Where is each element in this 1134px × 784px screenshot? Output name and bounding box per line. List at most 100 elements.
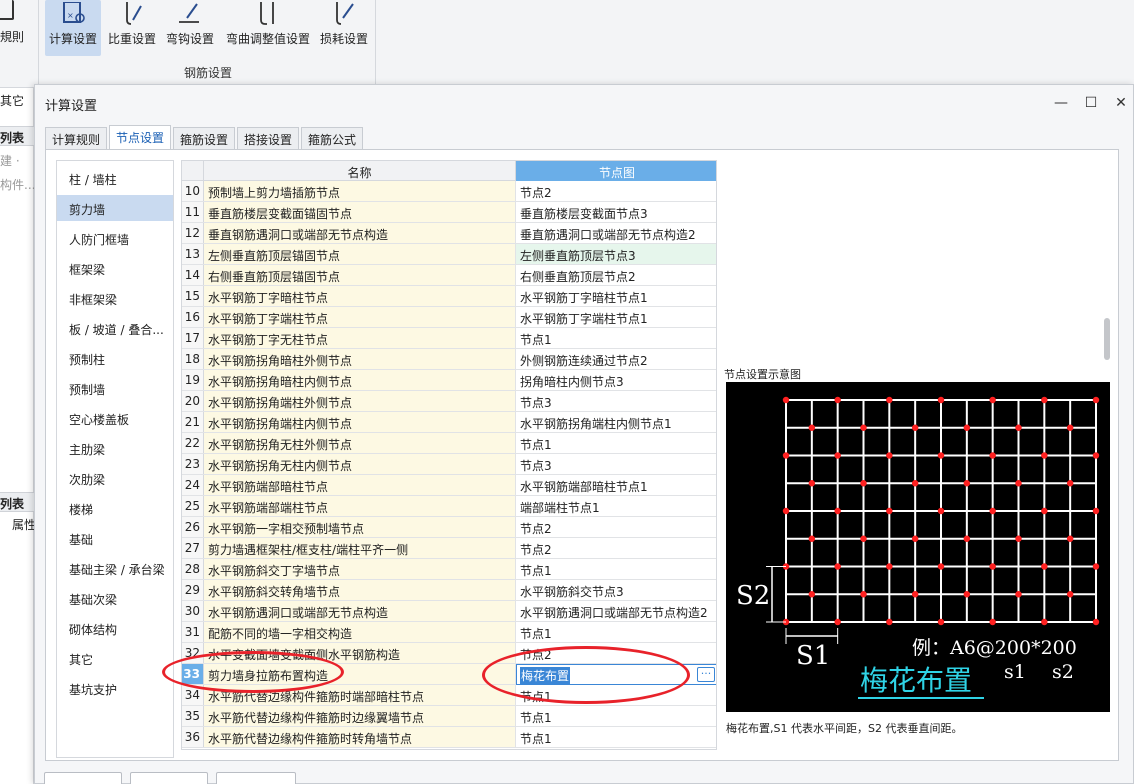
- category-item[interactable]: 基础次梁: [57, 585, 173, 611]
- category-item[interactable]: 其它: [57, 645, 173, 671]
- tie-bar-dot: [1092, 618, 1100, 626]
- table-row[interactable]: 10 预制墙上剪力墙插筋节点 节点2: [182, 181, 716, 202]
- row-name: 水平钢筋拐角暗柱内侧节点: [204, 370, 516, 390]
- row-node[interactable]: 节点1: [516, 622, 716, 642]
- table-row[interactable]: 15 水平钢筋丁字暗柱节点 水平钢筋丁字暗柱节点1: [182, 286, 716, 307]
- tie-bar-dot: [1066, 424, 1074, 431]
- category-item[interactable]: 人防门框墙: [57, 225, 173, 251]
- bottom-button-3[interactable]: [216, 772, 296, 784]
- table-row[interactable]: 17 水平钢筋丁字无柱节点 节点1: [182, 328, 716, 349]
- bend-adjust-button[interactable]: 弯曲调整值设置: [221, 0, 315, 56]
- table-row[interactable]: 18 水平钢筋拐角暗柱外侧节点 外侧钢筋连续通过节点2: [182, 349, 716, 370]
- row-node[interactable]: 右侧垂直筋顶层节点2: [516, 265, 716, 285]
- row-name: 剪力墙遇框架柱/框支柱/端柱平齐一侧: [204, 538, 516, 558]
- table-row[interactable]: 29 水平钢筋斜交转角墙节点 水平钢筋斜交节点3: [182, 580, 716, 601]
- table-row[interactable]: 16 水平钢筋丁字端柱节点 水平钢筋丁字端柱节点1: [182, 307, 716, 328]
- loss-settings-label: 损耗设置: [319, 32, 368, 46]
- table-row[interactable]: 22 水平钢筋拐角无柱外侧节点 节点1: [182, 433, 716, 454]
- grid-header: 名称 节点图: [182, 161, 716, 181]
- table-row[interactable]: 13 左侧垂直筋顶层锚固节点 左侧垂直筋顶层节点3: [182, 244, 716, 265]
- tab-node-settings[interactable]: 节点设置: [109, 125, 172, 149]
- tab-calc-rules[interactable]: 计算规则: [45, 127, 108, 149]
- row-node[interactable]: 节点1: [516, 706, 716, 726]
- table-row[interactable]: 21 水平钢筋拐角端柱内侧节点 水平钢筋拐角端柱内侧节点1: [182, 412, 716, 433]
- category-item[interactable]: 主肋梁: [57, 435, 173, 461]
- maximize-button[interactable]: ☐: [1081, 93, 1101, 113]
- bottom-button-1[interactable]: [44, 772, 122, 784]
- tab-stirrup-settings[interactable]: 箍筋设置: [173, 127, 236, 149]
- row-node[interactable]: 拐角暗柱内侧节点3: [516, 370, 716, 390]
- row-node[interactable]: 水平钢筋拐角端柱内侧节点1: [516, 412, 716, 432]
- row-node[interactable]: 节点2: [516, 538, 716, 558]
- row-node[interactable]: 节点2: [516, 181, 716, 201]
- category-item[interactable]: 剪力墙: [57, 195, 173, 221]
- category-item[interactable]: 预制墙: [57, 375, 173, 401]
- category-item[interactable]: 基础主梁 / 承台梁: [57, 555, 173, 581]
- row-node[interactable]: 节点2: [516, 517, 716, 537]
- table-row[interactable]: 11 垂直筋楼层变截面锚固节点 垂直筋楼层变截面节点3: [182, 202, 716, 223]
- row-node[interactable]: 节点1: [516, 328, 716, 348]
- row-node[interactable]: 节点3: [516, 454, 716, 474]
- table-row[interactable]: 31 配筋不同的墙一字相交构造 节点1: [182, 622, 716, 643]
- row-node[interactable]: 水平钢筋遇洞口或端部无节点构造2: [516, 601, 716, 621]
- row-node[interactable]: 水平钢筋斜交节点3: [516, 580, 716, 600]
- table-row[interactable]: 20 水平钢筋拐角端柱外侧节点 节点3: [182, 391, 716, 412]
- vertical-scrollbar[interactable]: [1104, 318, 1110, 360]
- tie-bar-dot: [963, 424, 971, 431]
- row-name: 水平钢筋端部暗柱节点: [204, 475, 516, 495]
- table-row[interactable]: 26 水平钢筋一字相交预制墙节点 节点2: [182, 517, 716, 538]
- row-node[interactable]: 水平钢筋丁字端柱节点1: [516, 307, 716, 327]
- table-row[interactable]: 25 水平钢筋端部端柱节点 端部端柱节点1: [182, 496, 716, 517]
- tab-stirrup-formula[interactable]: 箍筋公式: [301, 127, 364, 149]
- category-item[interactable]: 板 / 坡道 / 叠合...: [57, 315, 173, 341]
- weight-settings-button[interactable]: 比重设置: [105, 0, 159, 56]
- table-row[interactable]: 19 水平钢筋拐角暗柱内侧节点 拐角暗柱内侧节点3: [182, 370, 716, 391]
- row-node[interactable]: 节点1: [516, 727, 716, 747]
- tab-lap-settings[interactable]: 搭接设置: [237, 127, 300, 149]
- calc-settings-button[interactable]: × 计算设置: [45, 0, 101, 56]
- table-row[interactable]: 30 水平钢筋遇洞口或端部无节点构造 水平钢筋遇洞口或端部无节点构造2: [182, 601, 716, 622]
- minimize-button[interactable]: —: [1051, 93, 1071, 113]
- tie-bar-dot: [808, 424, 816, 431]
- category-item[interactable]: 非框架梁: [57, 285, 173, 311]
- table-row[interactable]: 24 水平钢筋端部暗柱节点 水平钢筋端部暗柱节点1: [182, 475, 716, 496]
- category-item[interactable]: 砌体结构: [57, 615, 173, 641]
- row-index: 30: [182, 601, 204, 621]
- row-node[interactable]: 水平钢筋丁字暗柱节点1: [516, 286, 716, 306]
- table-row[interactable]: 14 右侧垂直筋顶层锚固节点 右侧垂直筋顶层节点2: [182, 265, 716, 286]
- table-row[interactable]: 36 水平筋代替边缘构件箍筋时转角墙节点 节点1: [182, 727, 716, 748]
- row-node[interactable]: 端部端柱节点1: [516, 496, 716, 516]
- category-item[interactable]: 楼梯: [57, 495, 173, 521]
- row-node[interactable]: 外侧钢筋连续通过节点2: [516, 349, 716, 369]
- category-item[interactable]: 柱 / 墙柱: [57, 165, 173, 191]
- calc-settings-label: 计算设置: [48, 32, 97, 46]
- row-index: 15: [182, 286, 204, 306]
- table-row[interactable]: 35 水平筋代替边缘构件箍筋时边缘翼墙节点 节点1: [182, 706, 716, 727]
- tie-bar-dot: [808, 591, 816, 598]
- row-node[interactable]: 节点1: [516, 433, 716, 453]
- ribbon-left-label[interactable]: 規則: [0, 28, 24, 45]
- row-node[interactable]: 左侧垂直筋顶层节点3: [516, 244, 716, 264]
- category-item[interactable]: 基坑支护: [57, 675, 173, 701]
- row-node[interactable]: 水平钢筋端部暗柱节点1: [516, 475, 716, 495]
- category-item[interactable]: 次肋梁: [57, 465, 173, 491]
- table-row[interactable]: 23 水平钢筋拐角无柱内侧节点 节点3: [182, 454, 716, 475]
- close-button[interactable]: ✕: [1111, 93, 1131, 113]
- category-item[interactable]: 空心楼盖板: [57, 405, 173, 431]
- row-node[interactable]: 节点1: [516, 559, 716, 579]
- hook-settings-button[interactable]: 弯钩设置: [163, 0, 217, 56]
- category-item[interactable]: 基础: [57, 525, 173, 551]
- table-row[interactable]: 12 垂直钢筋遇洞口或端部无节点构造 垂直筋遇洞口或端部无节点构造2: [182, 223, 716, 244]
- row-node[interactable]: 垂直筋楼层变截面节点3: [516, 202, 716, 222]
- row-node[interactable]: 垂直筋遇洞口或端部无节点构造2: [516, 223, 716, 243]
- bottom-button-2[interactable]: [130, 772, 208, 784]
- row-index: 25: [182, 496, 204, 516]
- ellipsis-icon[interactable]: ···: [697, 667, 715, 682]
- category-item[interactable]: 框架梁: [57, 255, 173, 281]
- row-node[interactable]: 节点3: [516, 391, 716, 411]
- category-item[interactable]: 预制柱: [57, 345, 173, 371]
- loss-settings-button[interactable]: 损耗设置: [317, 0, 371, 56]
- new-text[interactable]: 建 ·: [0, 152, 20, 169]
- table-row[interactable]: 27 剪力墙遇框架柱/框支柱/端柱平齐一侧 节点2: [182, 538, 716, 559]
- table-row[interactable]: 28 水平钢筋斜交丁字墙节点 节点1: [182, 559, 716, 580]
